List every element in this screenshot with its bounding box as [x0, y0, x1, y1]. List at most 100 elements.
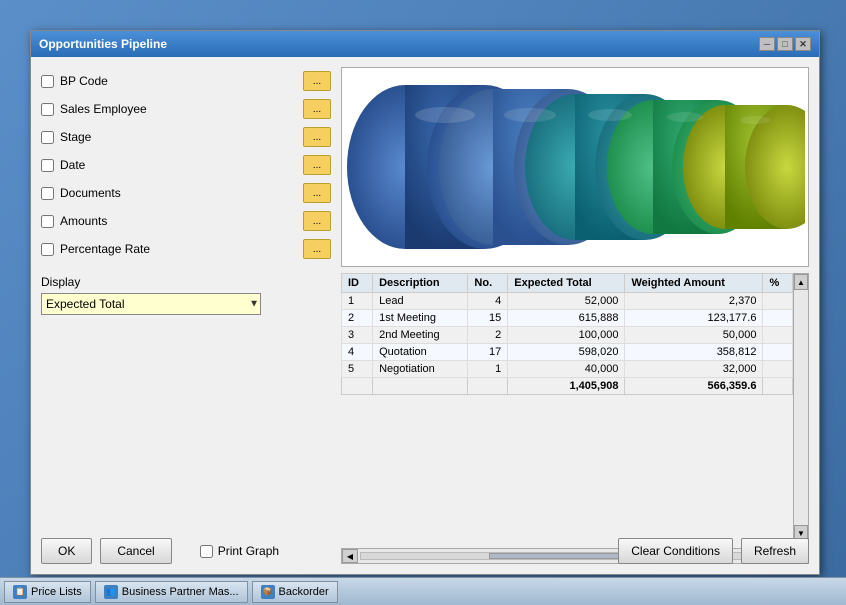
cell-weighted-amount: 358,812	[625, 344, 763, 361]
checkbox-row-cb_amounts: Amounts...	[41, 207, 331, 235]
cancel-button[interactable]: Cancel	[100, 538, 171, 564]
display-section: Display Expected Total Weighted Amount C…	[41, 275, 331, 315]
cb_percentage_rate-ellipsis-button[interactable]: ...	[303, 239, 331, 259]
cb_documents-label: Documents	[60, 186, 297, 200]
table-row: 4Quotation17598,020358,812	[342, 344, 793, 361]
col-no: No.	[468, 274, 508, 293]
table-row: 32nd Meeting2100,00050,000	[342, 327, 793, 344]
table-row: 5Negotiation140,00032,000	[342, 361, 793, 378]
taskbar: 📋 Price Lists 👥 Business Partner Mas... …	[0, 577, 846, 605]
data-table: ID Description No. Expected Total Weight…	[341, 273, 793, 395]
business-partner-label: Business Partner Mas...	[122, 586, 239, 598]
cb_stage-checkbox[interactable]	[41, 131, 54, 144]
cb_percentage_rate-label: Percentage Rate	[60, 242, 297, 256]
close-button[interactable]: ✕	[795, 37, 811, 51]
cb_sales_employee-checkbox[interactable]	[41, 103, 54, 116]
totals-expected: 1,405,908	[508, 378, 625, 395]
backorder-icon: 📦	[261, 585, 275, 599]
cb_bp_code-ellipsis-button[interactable]: ...	[303, 71, 331, 91]
display-select[interactable]: Expected Total Weighted Amount Count	[41, 293, 261, 315]
cell-no: 1	[468, 361, 508, 378]
cell-pct	[763, 344, 793, 361]
print-graph-label: Print Graph	[218, 544, 279, 558]
cb_date-ellipsis-button[interactable]: ...	[303, 155, 331, 175]
price-lists-label: Price Lists	[31, 586, 82, 598]
table-container: ID Description No. Expected Total Weight…	[341, 273, 809, 542]
checkbox-row-cb_sales_employee: Sales Employee...	[41, 95, 331, 123]
cell-pct	[763, 293, 793, 310]
table-scroll: ID Description No. Expected Total Weight…	[341, 273, 793, 542]
price-lists-icon: 📋	[13, 585, 27, 599]
col-expected-total: Expected Total	[508, 274, 625, 293]
cell-weighted-amount: 123,177.6	[625, 310, 763, 327]
bottom-bar: OK Cancel Print Graph Clear Conditions R…	[41, 538, 809, 564]
backorder-label: Backorder	[279, 586, 329, 598]
cell-no: 17	[468, 344, 508, 361]
vertical-scrollbar[interactable]: ▲ ▼	[793, 273, 809, 542]
cell-pct	[763, 310, 793, 327]
restore-button[interactable]: □	[777, 37, 793, 51]
left-panel: BP Code...Sales Employee...Stage...Date.…	[41, 67, 331, 564]
cell-expected-total: 52,000	[508, 293, 625, 310]
cb_date-checkbox[interactable]	[41, 159, 54, 172]
col-description: Description	[373, 274, 468, 293]
totals-row: 1,405,908 566,359.6	[342, 378, 793, 395]
col-pct: %	[763, 274, 793, 293]
cb_amounts-label: Amounts	[60, 214, 297, 228]
col-weighted-amount: Weighted Amount	[625, 274, 763, 293]
cb_sales_employee-ellipsis-button[interactable]: ...	[303, 99, 331, 119]
right-panel: ID Description No. Expected Total Weight…	[341, 67, 809, 564]
cb_stage-label: Stage	[60, 130, 297, 144]
totals-desc	[373, 378, 468, 395]
table-row: 21st Meeting15615,888123,177.6	[342, 310, 793, 327]
col-id: ID	[342, 274, 373, 293]
totals-pct	[763, 378, 793, 395]
cell-expected-total: 598,020	[508, 344, 625, 361]
taskbar-item-price-lists[interactable]: 📋 Price Lists	[4, 581, 91, 603]
cell-weighted-amount: 32,000	[625, 361, 763, 378]
cb_sales_employee-label: Sales Employee	[60, 102, 297, 116]
checkbox-row-cb_percentage_rate: Percentage Rate...	[41, 235, 331, 263]
cell-id: 1	[342, 293, 373, 310]
cb_date-label: Date	[60, 158, 297, 172]
scroll-v-track	[794, 290, 808, 525]
taskbar-item-backorder[interactable]: 📦 Backorder	[252, 581, 338, 603]
refresh-button[interactable]: Refresh	[741, 538, 809, 564]
display-label: Display	[41, 275, 331, 289]
cb_percentage_rate-checkbox[interactable]	[41, 243, 54, 256]
ok-button[interactable]: OK	[41, 538, 92, 564]
minimize-button[interactable]: ─	[759, 37, 775, 51]
cell-no: 4	[468, 293, 508, 310]
scroll-up-button[interactable]: ▲	[794, 274, 808, 290]
clear-conditions-button[interactable]: Clear Conditions	[618, 538, 733, 564]
print-graph-checkbox[interactable]	[200, 545, 213, 558]
cell-description: 2nd Meeting	[373, 327, 468, 344]
cb_bp_code-label: BP Code	[60, 74, 297, 88]
cb_documents-ellipsis-button[interactable]: ...	[303, 183, 331, 203]
dialog-content: BP Code...Sales Employee...Stage...Date.…	[31, 57, 819, 574]
cell-pct	[763, 361, 793, 378]
cb_amounts-ellipsis-button[interactable]: ...	[303, 211, 331, 231]
title-bar: Opportunities Pipeline ─ □ ✕	[31, 31, 819, 57]
cb_amounts-checkbox[interactable]	[41, 215, 54, 228]
totals-id	[342, 378, 373, 395]
display-select-wrapper: Expected Total Weighted Amount Count ▼	[41, 293, 261, 315]
table-body: 1Lead452,0002,37021st Meeting15615,88812…	[342, 293, 793, 378]
taskbar-item-business-partner[interactable]: 👥 Business Partner Mas...	[95, 581, 248, 603]
cell-description: Quotation	[373, 344, 468, 361]
cb_stage-ellipsis-button[interactable]: ...	[303, 127, 331, 147]
cell-id: 4	[342, 344, 373, 361]
cell-id: 3	[342, 327, 373, 344]
cell-no: 2	[468, 327, 508, 344]
cell-id: 5	[342, 361, 373, 378]
cell-pct	[763, 327, 793, 344]
cb_bp_code-checkbox[interactable]	[41, 75, 54, 88]
business-partner-icon: 👥	[104, 585, 118, 599]
totals-weighted: 566,359.6	[625, 378, 763, 395]
table-header-row: ID Description No. Expected Total Weight…	[342, 274, 793, 293]
cb_documents-checkbox[interactable]	[41, 187, 54, 200]
cell-description: 1st Meeting	[373, 310, 468, 327]
dialog-title: Opportunities Pipeline	[39, 37, 759, 51]
checkbox-row-cb_documents: Documents...	[41, 179, 331, 207]
title-bar-buttons: ─ □ ✕	[759, 37, 811, 51]
